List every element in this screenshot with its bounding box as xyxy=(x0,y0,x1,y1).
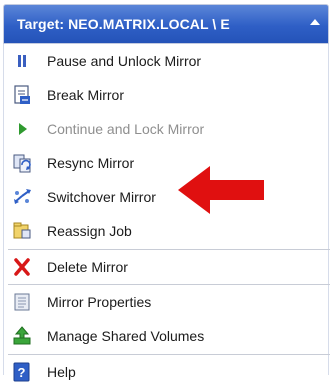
menu-item-mirror-properties[interactable]: Mirror Properties xyxy=(4,285,328,319)
menu-item-continue-lock-mirror[interactable]: Continue and Lock Mirror xyxy=(4,112,328,146)
menu-item-reassign-job[interactable]: Reassign Job xyxy=(4,214,328,248)
menu-item-resync-mirror[interactable]: Resync Mirror xyxy=(4,146,328,180)
delete-icon xyxy=(11,257,33,277)
help-icon: ? xyxy=(11,362,33,382)
chevron-up-icon[interactable] xyxy=(310,19,320,25)
properties-icon xyxy=(11,292,33,312)
menu-item-break-mirror[interactable]: Break Mirror xyxy=(4,78,328,112)
menu-item-pause-unlock-mirror[interactable]: Pause and Unlock Mirror xyxy=(4,44,328,78)
menu-item-label: Delete Mirror xyxy=(47,259,128,275)
menu-item-label: Switchover Mirror xyxy=(47,189,156,205)
switchover-icon xyxy=(11,187,33,207)
svg-text:?: ? xyxy=(18,365,26,380)
break-mirror-icon xyxy=(11,85,33,105)
panel-title: Target: NEO.MATRIX.LOCAL \ E xyxy=(17,16,230,32)
menu-item-help[interactable]: ? Help xyxy=(4,355,328,389)
menu-item-delete-mirror[interactable]: Delete Mirror xyxy=(4,250,328,284)
menu-item-manage-shared-volumes[interactable]: Manage Shared Volumes xyxy=(4,319,328,353)
menu-item-label: Help xyxy=(47,364,76,380)
reassign-job-icon xyxy=(11,221,33,241)
menu-item-label: Pause and Unlock Mirror xyxy=(47,53,202,69)
panel-header[interactable]: Target: NEO.MATRIX.LOCAL \ E xyxy=(3,4,329,44)
menu-item-label: Resync Mirror xyxy=(47,155,135,171)
task-panel: Target: NEO.MATRIX.LOCAL \ E Pause and U… xyxy=(0,0,333,382)
menu-item-label: Mirror Properties xyxy=(47,294,152,310)
menu-item-switchover-mirror[interactable]: Switchover Mirror xyxy=(4,180,328,214)
menu-item-label: Reassign Job xyxy=(47,223,132,239)
resync-icon xyxy=(11,153,33,173)
pause-icon xyxy=(11,51,33,71)
shared-volumes-icon xyxy=(11,326,33,346)
red-arrow-annotation xyxy=(178,166,264,214)
play-icon xyxy=(11,119,33,139)
menu-item-label: Manage Shared Volumes xyxy=(47,328,205,344)
menu-item-label: Break Mirror xyxy=(47,87,125,103)
menu-item-label: Continue and Lock Mirror xyxy=(47,121,205,137)
action-menu: Pause and Unlock Mirror Break Mirror Con… xyxy=(3,44,330,382)
